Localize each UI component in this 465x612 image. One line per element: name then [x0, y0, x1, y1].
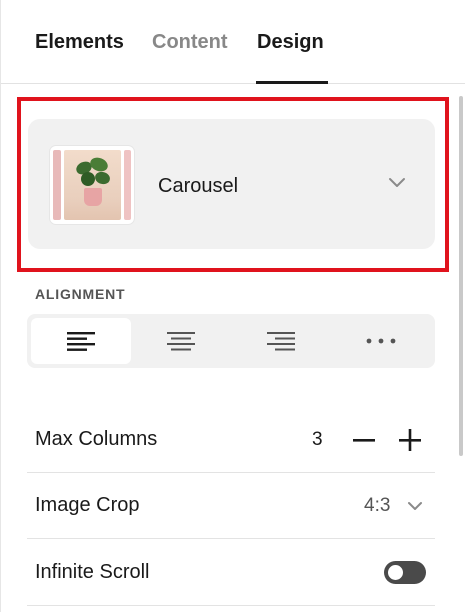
align-center-icon: [167, 332, 195, 351]
max-columns-label: Max Columns: [35, 428, 158, 450]
image-crop-select[interactable]: 4:3: [357, 491, 435, 521]
image-crop-row: Image Crop 4:3: [27, 473, 435, 539]
chevron-down-icon: [389, 178, 405, 187]
plant-leaf: [81, 172, 95, 186]
alignment-control: [27, 314, 435, 368]
tab-elements[interactable]: Elements: [35, 31, 124, 54]
align-left-button[interactable]: [31, 318, 131, 364]
chevron-down-icon: [408, 502, 422, 510]
layout-label: Carousel: [158, 175, 239, 197]
align-center-button[interactable]: [131, 318, 231, 364]
plant-image: [64, 150, 121, 220]
infinite-scroll-row: Infinite Scroll: [27, 540, 435, 606]
image-crop-label: Image Crop: [35, 494, 140, 516]
thumbnail-side-image-left: [53, 150, 61, 220]
tab-bar: Elements Content Design: [1, 0, 465, 84]
max-columns-value: 3: [312, 429, 323, 450]
tab-design[interactable]: Design: [257, 31, 324, 54]
thumbnail-side-image-right: [124, 150, 131, 220]
tab-content[interactable]: Content: [152, 31, 228, 54]
plant-leaf: [93, 170, 112, 186]
plant-pot: [84, 188, 102, 206]
minus-icon: [353, 439, 375, 442]
infinite-scroll-label: Infinite Scroll: [35, 561, 150, 583]
active-tab-indicator: [256, 81, 328, 84]
plus-icon: [399, 429, 421, 451]
decrement-columns-button[interactable]: [351, 424, 377, 456]
toggle-knob: [388, 565, 403, 580]
increment-columns-button[interactable]: [397, 424, 423, 456]
carousel-thumbnail: [50, 146, 134, 224]
alignment-section-label: ALIGNMENT: [35, 286, 126, 302]
infinite-scroll-toggle[interactable]: [384, 561, 426, 584]
align-right-button[interactable]: [231, 318, 331, 364]
scrollbar[interactable]: [459, 96, 463, 456]
design-panel: Elements Content Design Carousel ALIGNME…: [0, 0, 465, 612]
align-right-icon: [267, 332, 295, 351]
layout-select[interactable]: Carousel: [28, 119, 435, 249]
max-columns-row: Max Columns 3: [27, 407, 435, 473]
more-options-button[interactable]: [331, 318, 431, 364]
image-crop-value: 4:3: [364, 495, 391, 516]
more-dots-icon: [366, 338, 396, 344]
align-left-icon: [67, 332, 95, 351]
